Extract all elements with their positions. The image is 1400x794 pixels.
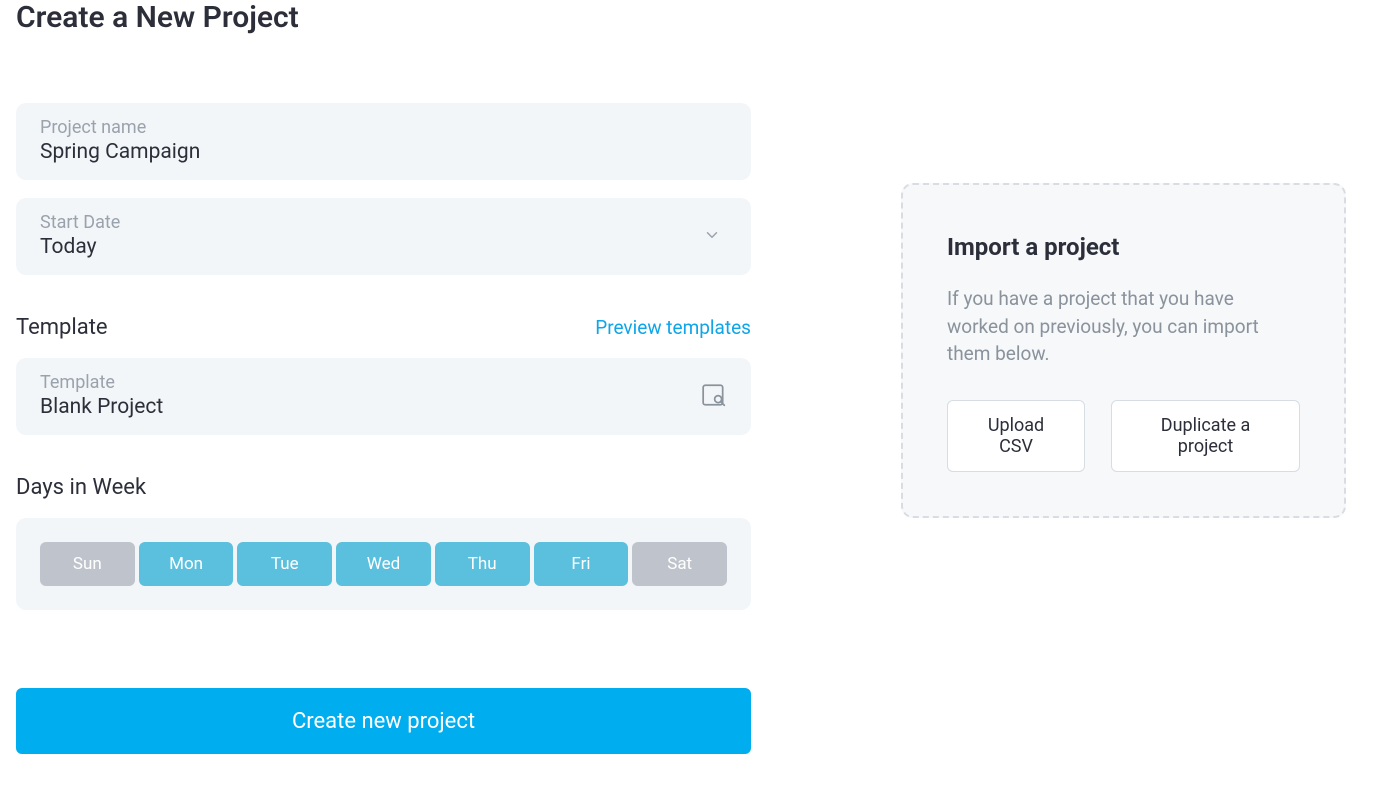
start-date-field[interactable]: Start Date Today xyxy=(16,198,751,275)
template-field-label: Template xyxy=(40,372,727,393)
template-value: Blank Project xyxy=(40,395,727,419)
day-sun[interactable]: Sun xyxy=(40,542,135,586)
project-name-input[interactable] xyxy=(40,140,727,164)
duplicate-project-button[interactable]: Duplicate a project xyxy=(1111,400,1300,472)
day-wed[interactable]: Wed xyxy=(336,542,431,586)
preview-templates-link[interactable]: Preview templates xyxy=(595,316,751,339)
project-name-field[interactable]: Project name xyxy=(16,103,751,180)
import-project-panel: Import a project If you have a project t… xyxy=(901,183,1346,518)
template-heading: Template xyxy=(16,315,108,340)
upload-csv-button[interactable]: Upload CSV xyxy=(947,400,1085,472)
day-thu[interactable]: Thu xyxy=(435,542,530,586)
template-field[interactable]: Template Blank Project xyxy=(16,358,751,435)
start-date-value: Today xyxy=(40,235,727,259)
days-heading: Days in Week xyxy=(16,475,751,500)
day-fri[interactable]: Fri xyxy=(534,542,629,586)
create-project-form: Project name Start Date Today Template P… xyxy=(16,103,751,754)
day-tue[interactable]: Tue xyxy=(237,542,332,586)
days-in-week-selector: Sun Mon Tue Wed Thu Fri Sat xyxy=(16,518,751,610)
day-sat[interactable]: Sat xyxy=(632,542,727,586)
import-description: If you have a project that you have work… xyxy=(947,285,1300,368)
chevron-down-icon xyxy=(703,226,721,248)
import-title: Import a project xyxy=(947,233,1300,261)
import-buttons-row: Upload CSV Duplicate a project xyxy=(947,400,1300,472)
create-project-button[interactable]: Create new project xyxy=(16,688,751,754)
day-mon[interactable]: Mon xyxy=(139,542,234,586)
page-title: Create a New Project xyxy=(16,0,1384,35)
start-date-label: Start Date xyxy=(40,212,727,233)
template-section-header: Template Preview templates xyxy=(16,315,751,340)
project-name-label: Project name xyxy=(40,117,727,138)
template-browse-icon xyxy=(701,382,727,412)
